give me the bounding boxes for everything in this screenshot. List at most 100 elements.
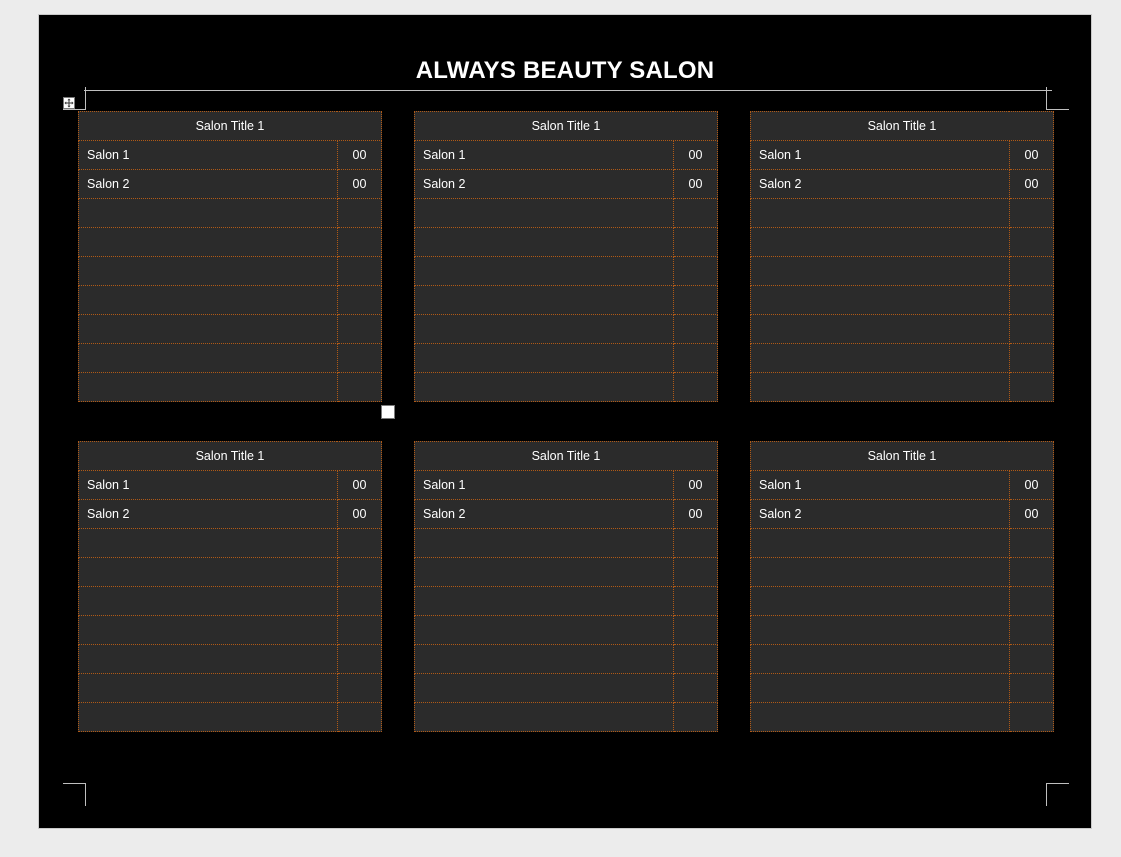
- service-name-cell[interactable]: [414, 314, 674, 344]
- price-cell[interactable]: [672, 285, 719, 315]
- price-cell[interactable]: [672, 615, 719, 645]
- service-name-cell[interactable]: Salon 1: [750, 470, 1010, 500]
- service-name-cell[interactable]: [414, 644, 674, 674]
- table-header-cell[interactable]: Salon Title 1: [750, 441, 1054, 471]
- table-header-cell[interactable]: Salon Title 1: [414, 111, 718, 141]
- price-cell[interactable]: [1008, 557, 1055, 587]
- table-header-cell[interactable]: Salon Title 1: [750, 111, 1054, 141]
- service-name-cell[interactable]: [78, 372, 338, 402]
- service-name-cell[interactable]: [414, 528, 674, 558]
- service-name-cell[interactable]: [750, 673, 1010, 703]
- price-cell[interactable]: [336, 314, 383, 344]
- table-move-handle[interactable]: [63, 97, 75, 109]
- service-name-cell[interactable]: Salon 1: [750, 140, 1010, 170]
- price-cell[interactable]: [672, 644, 719, 674]
- table-resize-handle[interactable]: [381, 405, 395, 419]
- service-name-cell[interactable]: [750, 702, 1010, 732]
- service-name-cell[interactable]: Salon 1: [78, 140, 338, 170]
- price-cell[interactable]: [336, 615, 383, 645]
- price-cell[interactable]: [1008, 227, 1055, 257]
- price-cell[interactable]: [1008, 673, 1055, 703]
- service-name-cell[interactable]: [78, 528, 338, 558]
- price-cell[interactable]: [336, 528, 383, 558]
- salon-table[interactable]: Salon Title 1 Salon 1 00 Salon 2 00: [78, 441, 383, 732]
- table-header-cell[interactable]: Salon Title 1: [414, 441, 718, 471]
- service-name-cell[interactable]: [750, 528, 1010, 558]
- price-cell[interactable]: 00: [336, 140, 383, 170]
- price-cell[interactable]: [1008, 198, 1055, 228]
- service-name-cell[interactable]: [750, 314, 1010, 344]
- price-cell[interactable]: [336, 343, 383, 373]
- price-cell[interactable]: 00: [672, 140, 719, 170]
- price-cell[interactable]: 00: [336, 470, 383, 500]
- price-cell[interactable]: 00: [336, 169, 383, 199]
- service-name-cell[interactable]: [78, 343, 338, 373]
- price-cell[interactable]: [672, 343, 719, 373]
- service-name-cell[interactable]: Salon 2: [414, 499, 674, 529]
- document-title[interactable]: ALWAYS BEAUTY SALON: [39, 57, 1091, 85]
- service-name-cell[interactable]: Salon 1: [414, 140, 674, 170]
- price-cell[interactable]: [336, 673, 383, 703]
- salon-table[interactable]: Salon Title 1 Salon 1 00 Salon 2 00: [750, 441, 1055, 732]
- price-cell[interactable]: [1008, 586, 1055, 616]
- price-cell[interactable]: [336, 285, 383, 315]
- price-cell[interactable]: [672, 256, 719, 286]
- service-name-cell[interactable]: [414, 198, 674, 228]
- price-cell[interactable]: [336, 227, 383, 257]
- service-name-cell[interactable]: [414, 615, 674, 645]
- price-cell[interactable]: [672, 198, 719, 228]
- service-name-cell[interactable]: Salon 1: [78, 470, 338, 500]
- service-name-cell[interactable]: [78, 285, 338, 315]
- price-cell[interactable]: 00: [1008, 499, 1055, 529]
- price-cell[interactable]: [672, 586, 719, 616]
- service-name-cell[interactable]: [414, 702, 674, 732]
- price-cell[interactable]: 00: [1008, 470, 1055, 500]
- service-name-cell[interactable]: [414, 586, 674, 616]
- price-cell[interactable]: [1008, 702, 1055, 732]
- service-name-cell[interactable]: [414, 227, 674, 257]
- service-name-cell[interactable]: [78, 615, 338, 645]
- service-name-cell[interactable]: [78, 256, 338, 286]
- price-cell[interactable]: [336, 256, 383, 286]
- price-cell[interactable]: [336, 557, 383, 587]
- price-cell[interactable]: [1008, 256, 1055, 286]
- service-name-cell[interactable]: [750, 256, 1010, 286]
- service-name-cell[interactable]: [78, 702, 338, 732]
- price-cell[interactable]: [1008, 285, 1055, 315]
- price-cell[interactable]: [1008, 314, 1055, 344]
- price-cell[interactable]: 00: [336, 499, 383, 529]
- price-cell[interactable]: [672, 702, 719, 732]
- service-name-cell[interactable]: Salon 2: [750, 169, 1010, 199]
- service-name-cell[interactable]: [750, 285, 1010, 315]
- price-cell[interactable]: 00: [1008, 169, 1055, 199]
- price-cell[interactable]: [672, 557, 719, 587]
- service-name-cell[interactable]: [414, 372, 674, 402]
- price-cell[interactable]: [1008, 644, 1055, 674]
- price-cell[interactable]: [672, 227, 719, 257]
- salon-table[interactable]: Salon Title 1 Salon 1 00 Salon 2 00: [78, 111, 383, 402]
- service-name-cell[interactable]: [78, 644, 338, 674]
- service-name-cell[interactable]: [750, 198, 1010, 228]
- salon-table[interactable]: Salon Title 1 Salon 1 00 Salon 2 00: [414, 441, 719, 732]
- service-name-cell[interactable]: [750, 615, 1010, 645]
- price-cell[interactable]: [336, 372, 383, 402]
- service-name-cell[interactable]: [414, 557, 674, 587]
- price-cell[interactable]: 00: [672, 470, 719, 500]
- service-name-cell[interactable]: [750, 227, 1010, 257]
- service-name-cell[interactable]: [78, 227, 338, 257]
- service-name-cell[interactable]: Salon 2: [750, 499, 1010, 529]
- table-header-cell[interactable]: Salon Title 1: [78, 441, 382, 471]
- price-cell[interactable]: 00: [672, 169, 719, 199]
- service-name-cell[interactable]: [414, 673, 674, 703]
- service-name-cell[interactable]: [750, 372, 1010, 402]
- service-name-cell[interactable]: [414, 343, 674, 373]
- table-header-cell[interactable]: Salon Title 1: [78, 111, 382, 141]
- service-name-cell[interactable]: Salon 2: [78, 169, 338, 199]
- price-cell[interactable]: [672, 314, 719, 344]
- service-name-cell[interactable]: [750, 644, 1010, 674]
- service-name-cell[interactable]: Salon 2: [78, 499, 338, 529]
- service-name-cell[interactable]: [414, 256, 674, 286]
- price-cell[interactable]: [672, 673, 719, 703]
- service-name-cell[interactable]: [750, 557, 1010, 587]
- price-cell[interactable]: [1008, 528, 1055, 558]
